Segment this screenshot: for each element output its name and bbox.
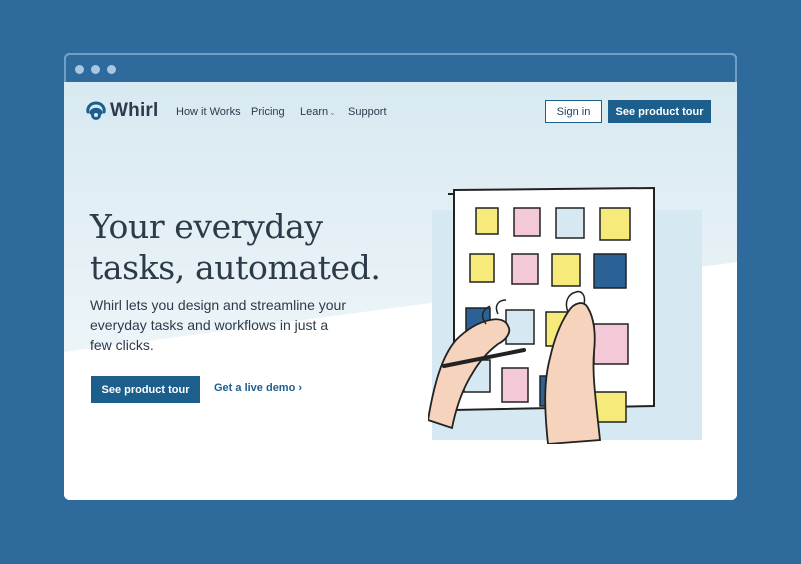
window-minimize-dot[interactable] xyxy=(91,65,100,74)
nav-link-learn-label: Learn xyxy=(300,106,329,118)
sign-in-button[interactable]: Sign in xyxy=(545,100,602,123)
live-demo-link[interactable]: Get a live demo › xyxy=(214,382,302,394)
hero-title: Your everyday tasks, automated. xyxy=(90,206,410,288)
hero-title-line-1: Your everyday xyxy=(90,207,323,246)
whirl-logo-icon xyxy=(86,101,106,120)
chevron-down-icon: ⌄ xyxy=(329,108,336,117)
browser-window: Whirl How it Works Pricing Learn⌄ Suppor… xyxy=(64,53,737,500)
nav-link-pricing[interactable]: Pricing xyxy=(251,106,285,118)
nav-link-learn[interactable]: Learn⌄ xyxy=(300,106,336,118)
hero-subtitle: Whirl lets you design and streamline you… xyxy=(90,297,347,353)
hero-title-line-2: tasks, automated. xyxy=(90,248,381,287)
logo-text: Whirl xyxy=(110,100,159,121)
window-titlebar xyxy=(64,53,737,82)
nav-link-how-it-works[interactable]: How it Works xyxy=(176,106,241,118)
nav-link-support[interactable]: Support xyxy=(348,106,387,118)
hero-product-tour-button[interactable]: See product tour xyxy=(91,376,200,403)
page-content: Whirl How it Works Pricing Learn⌄ Suppor… xyxy=(64,82,737,500)
window-maximize-dot[interactable] xyxy=(107,65,116,74)
top-navigation: Whirl How it Works Pricing Learn⌄ Suppor… xyxy=(86,100,716,126)
nav-product-tour-button[interactable]: See product tour xyxy=(608,100,711,123)
logo[interactable]: Whirl xyxy=(86,100,159,122)
window-close-dot[interactable] xyxy=(75,65,84,74)
sticky-notes-illustration xyxy=(428,186,702,444)
